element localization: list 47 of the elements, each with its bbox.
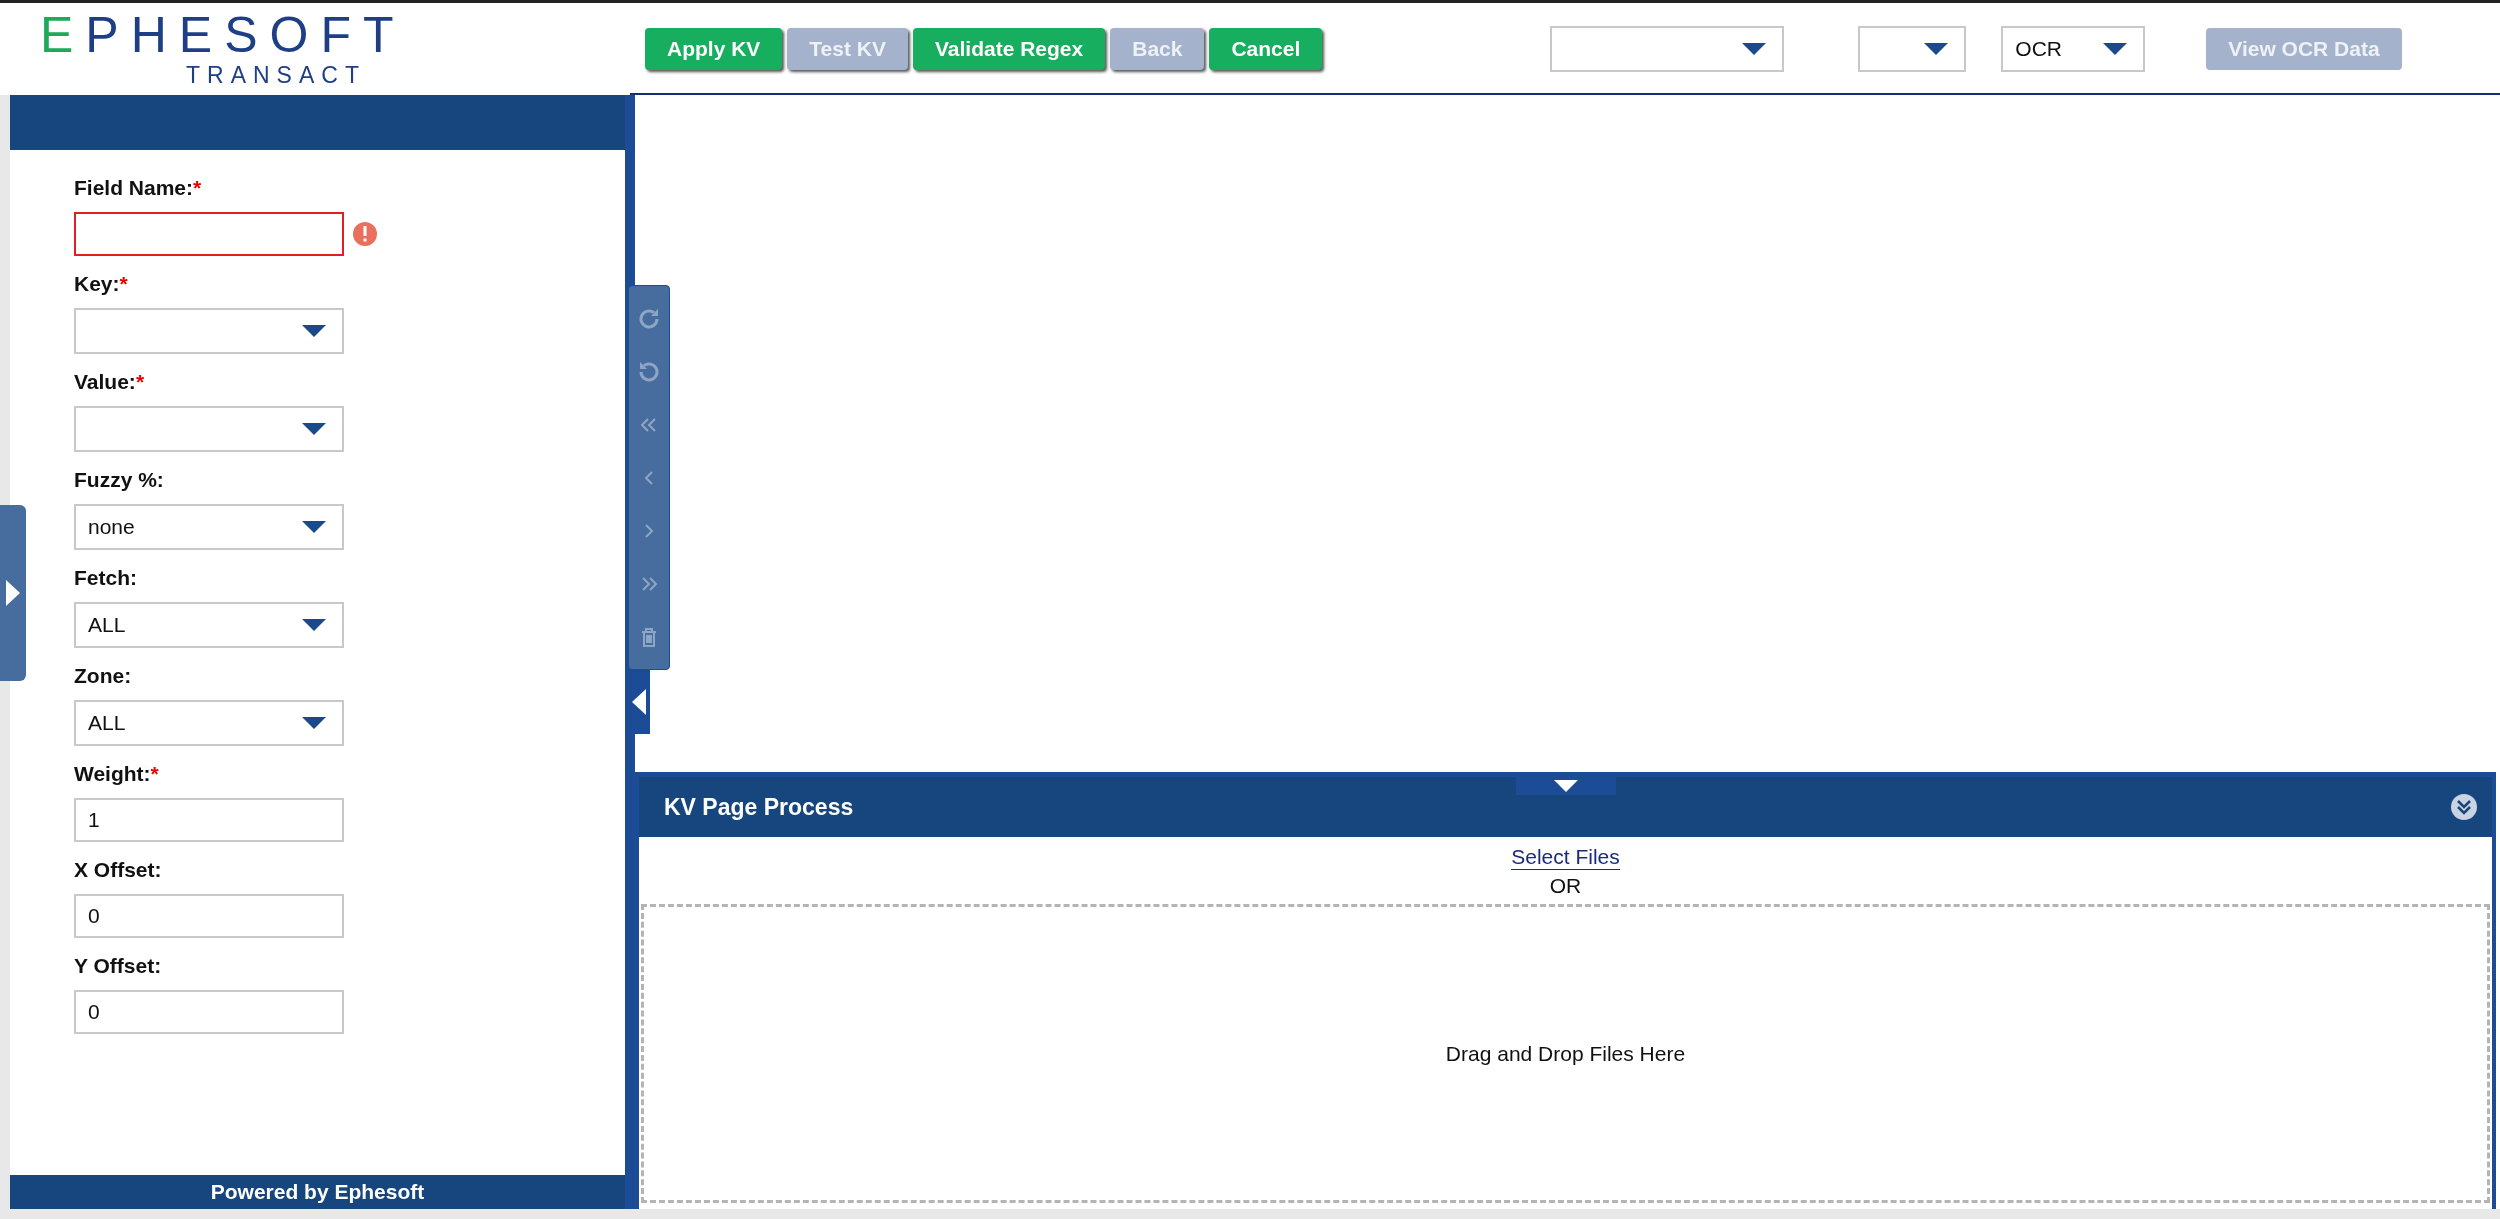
caret-down-icon [302, 619, 326, 631]
field-label: Fuzzy %: [74, 468, 164, 491]
logo-subtitle: TRANSACT [186, 61, 366, 89]
caret-down-icon [1742, 43, 1767, 55]
dropdown-field[interactable] [1858, 26, 1967, 72]
field-label: Key: [74, 272, 120, 295]
field-label: Y Offset: [74, 954, 162, 977]
collapse-icon[interactable] [2450, 793, 2478, 821]
caret-down-icon [2103, 43, 2128, 55]
dropdown-field[interactable]: ALL [74, 700, 344, 746]
caret-down-icon [302, 717, 326, 729]
field-label: X Offset: [74, 858, 162, 881]
dropdown-field[interactable]: none [74, 504, 344, 550]
separator-text: OR [1549, 874, 1582, 898]
logo-title: EPHESOFT [40, 9, 406, 60]
required-mark: * [119, 272, 128, 295]
caret-down-icon [302, 423, 326, 435]
caret-down-icon [1553, 780, 1578, 792]
drop-zone[interactable]: Drag and Drop Files Here [641, 904, 2490, 1203]
dropdown-field[interactable] [1550, 26, 1785, 72]
text-field[interactable]: 0 [74, 894, 344, 938]
footer-text: Powered by Ephesoft [210, 1180, 425, 1204]
caret-right-icon [6, 580, 20, 606]
field-label: Field Name: [74, 176, 194, 199]
caret-down-icon [1924, 43, 1949, 55]
field-label: Zone: [74, 664, 132, 687]
expand-handle[interactable] [0, 505, 26, 681]
field-label: Value: [74, 370, 136, 393]
field-label: Fetch: [74, 566, 137, 589]
caret-left-icon [632, 689, 646, 715]
dropdown-field[interactable]: OCR [2001, 26, 2146, 72]
select-files-link[interactable]: Select Files [1511, 845, 1620, 870]
dropdown-field[interactable] [74, 308, 344, 354]
required-mark: * [193, 176, 202, 199]
dropdown-field[interactable]: ALL [74, 602, 344, 648]
error-icon [352, 221, 378, 247]
caret-down-icon [302, 521, 326, 533]
text-field[interactable]: 0 [74, 990, 344, 1034]
panel-toggle-handle[interactable] [1515, 777, 1616, 795]
text-field[interactable]: 1 [74, 798, 344, 842]
dropdown-field[interactable] [74, 406, 344, 452]
required-mark: * [150, 762, 159, 785]
required-mark: * [135, 370, 145, 393]
panel-title: KV Page Process [664, 793, 854, 821]
caret-down-icon [302, 325, 326, 337]
field-label: Weight: [74, 762, 151, 785]
text-field[interactable] [74, 212, 344, 256]
